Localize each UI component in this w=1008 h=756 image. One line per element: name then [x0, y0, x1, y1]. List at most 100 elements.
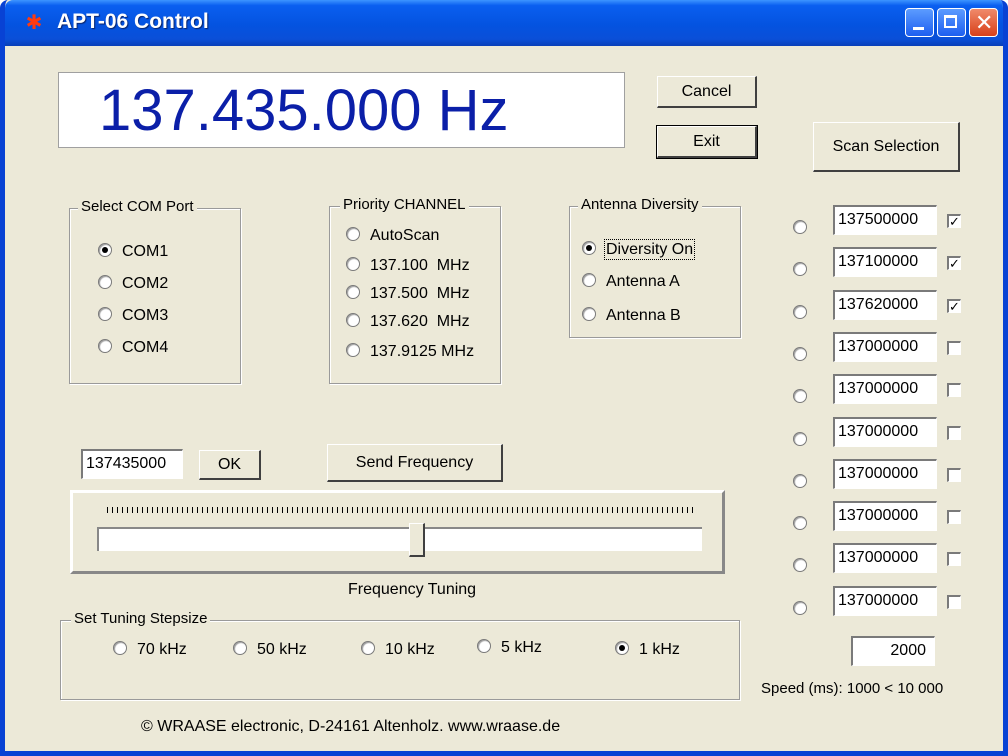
- scan-channel-frequency-input[interactable]: 137100000: [833, 247, 937, 277]
- frequency-input[interactable]: 137435000: [81, 449, 183, 479]
- frequency-tuning-label: Frequency Tuning: [348, 581, 477, 598]
- speed-input[interactable]: 2000: [851, 636, 935, 666]
- scan-channel-checkbox[interactable]: [947, 595, 961, 609]
- scan-channel-radio[interactable]: [793, 558, 807, 572]
- send-frequency-button[interactable]: Send Frequency: [327, 444, 503, 482]
- antenna-diversity-legend: Antenna Diversity: [578, 196, 702, 213]
- scan-channel-row: 137000000: [5, 456, 961, 489]
- scan-channel-radio[interactable]: [793, 305, 807, 319]
- scan-channel-frequency-input[interactable]: 137000000: [833, 374, 937, 404]
- scan-channel-frequency-input[interactable]: 137620000: [833, 290, 937, 320]
- radio-70khz[interactable]: [113, 641, 127, 655]
- scan-channel-radio[interactable]: [793, 474, 807, 488]
- scan-channel-row: 137000000: [5, 329, 961, 362]
- tuning-stepsize-legend: Set Tuning Stepsize: [71, 610, 211, 627]
- stepsize-option[interactable]: 1 kHz: [615, 641, 680, 665]
- priority-option[interactable]: 137.500 MHz: [346, 285, 470, 309]
- com-port-option[interactable]: COM1: [98, 243, 168, 267]
- com-port-option[interactable]: COM2: [98, 275, 168, 299]
- com-port-legend: Select COM Port: [78, 198, 197, 215]
- radio-5khz[interactable]: [477, 639, 491, 653]
- speed-label: Speed (ms): 1000 < 10 000: [761, 680, 944, 697]
- radio-com3[interactable]: [98, 307, 112, 321]
- slider-ticks: [107, 507, 695, 513]
- radio-1khz[interactable]: [615, 641, 629, 655]
- com-port-option[interactable]: COM4: [98, 339, 168, 363]
- stepsize-option[interactable]: 5 kHz: [477, 639, 542, 663]
- slider-track[interactable]: [97, 527, 702, 551]
- scan-channel-radio[interactable]: [793, 347, 807, 361]
- scan-channel-checkbox[interactable]: ✓: [947, 299, 961, 313]
- radio-antenna-b[interactable]: [582, 307, 596, 321]
- antenna-option[interactable]: Diversity On: [582, 239, 696, 265]
- priority-option[interactable]: AutoScan: [346, 227, 439, 251]
- scan-selection-button[interactable]: Scan Selection: [813, 122, 960, 172]
- scan-channel-row: 137000000: [5, 540, 961, 573]
- scan-channel-frequency-input[interactable]: 137000000: [833, 459, 937, 489]
- priority-option[interactable]: 137.9125 MHz: [346, 343, 474, 367]
- scan-channel-frequency-input[interactable]: 137000000: [833, 417, 937, 447]
- scan-channel-frequency-input[interactable]: 137000000: [833, 586, 937, 616]
- scan-channel-checkbox[interactable]: [947, 468, 961, 482]
- radio-50khz[interactable]: [233, 641, 247, 655]
- scan-channel-frequency-input[interactable]: 137000000: [833, 332, 937, 362]
- scan-channel-frequency-input[interactable]: 137000000: [833, 543, 937, 573]
- scan-channel-checkbox[interactable]: [947, 510, 961, 524]
- stepsize-option[interactable]: 70 kHz: [113, 641, 187, 665]
- antenna-diversity-group: Antenna Diversity Diversity On Antenna A…: [569, 196, 741, 338]
- radio-autoscan[interactable]: [346, 227, 360, 241]
- scan-channel-checkbox[interactable]: [947, 552, 961, 566]
- radio-com2[interactable]: [98, 275, 112, 289]
- antenna-option[interactable]: Antenna B: [582, 307, 681, 331]
- radio-diversity-on[interactable]: [582, 241, 596, 255]
- scan-channel-frequency-input[interactable]: 137500000: [833, 205, 937, 235]
- antenna-option[interactable]: Antenna A: [582, 273, 680, 297]
- slider-thumb[interactable]: [409, 523, 425, 557]
- scan-channel-row: 137100000 ✓: [5, 244, 961, 277]
- scan-channel-checkbox[interactable]: [947, 426, 961, 440]
- scan-channel-radio[interactable]: [793, 601, 807, 615]
- ok-button[interactable]: OK: [199, 450, 261, 480]
- radio-com4[interactable]: [98, 339, 112, 353]
- scan-channel-frequency-input[interactable]: 137000000: [833, 501, 937, 531]
- radio-antenna-a[interactable]: [582, 273, 596, 287]
- window-title: APT-06 Control: [57, 10, 209, 33]
- scan-channel-radio[interactable]: [793, 432, 807, 446]
- radio-137620[interactable]: [346, 313, 360, 327]
- close-button[interactable]: ✕: [969, 8, 998, 37]
- maximize-button[interactable]: [937, 8, 966, 37]
- frequency-display: 137.435.000 Hz: [58, 72, 625, 148]
- scan-channel-radio[interactable]: [793, 262, 807, 276]
- scan-channel-row: 137620000 ✓: [5, 287, 961, 320]
- scan-channel-radio[interactable]: [793, 389, 807, 403]
- frequency-tuning-slider[interactable]: [70, 490, 725, 574]
- minimize-icon: [913, 27, 924, 30]
- scan-channel-checkbox[interactable]: ✓: [947, 256, 961, 270]
- com-port-option[interactable]: COM3: [98, 307, 168, 331]
- exit-button[interactable]: Exit: [656, 125, 758, 159]
- scan-channel-radio[interactable]: [793, 516, 807, 530]
- scan-channel-checkbox[interactable]: [947, 341, 961, 355]
- scan-channel-checkbox[interactable]: ✓: [947, 214, 961, 228]
- radio-137500[interactable]: [346, 285, 360, 299]
- priority-option[interactable]: 137.100 MHz: [346, 257, 470, 281]
- scan-channel-checkbox[interactable]: [947, 383, 961, 397]
- minimize-button[interactable]: [905, 8, 934, 37]
- stepsize-option[interactable]: 10 kHz: [361, 641, 435, 665]
- tuning-stepsize-group: Set Tuning Stepsize 70 kHz 50 kHz 10 kHz…: [60, 610, 740, 700]
- stepsize-option[interactable]: 50 kHz: [233, 641, 307, 665]
- cancel-button[interactable]: Cancel: [657, 76, 757, 108]
- scan-channel-row: 137500000 ✓: [5, 202, 961, 235]
- title-bar[interactable]: ✱ APT-06 Control ✕: [5, 0, 1003, 46]
- scan-channel-row: 137000000: [5, 583, 961, 616]
- priority-option[interactable]: 137.620 MHz: [346, 313, 470, 337]
- radio-com1[interactable]: [98, 243, 112, 257]
- radio-137100[interactable]: [346, 257, 360, 271]
- radio-1379125[interactable]: [346, 343, 360, 357]
- app-icon[interactable]: ✱: [23, 12, 45, 34]
- scan-channel-radio[interactable]: [793, 220, 807, 234]
- app-window: ✱ APT-06 Control ✕ 137.435.000 Hz Cancel…: [0, 0, 1008, 756]
- copyright-text: © WRAASE electronic, D-24161 Altenholz. …: [141, 718, 561, 735]
- radio-10khz[interactable]: [361, 641, 375, 655]
- com-port-group: Select COM Port COM1 COM2 COM3 COM4: [69, 198, 241, 384]
